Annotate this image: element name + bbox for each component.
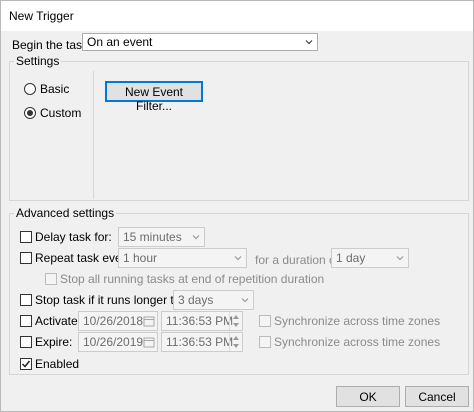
stop-if-longer-select[interactable]: 3 days — [173, 290, 254, 310]
activate-time-field[interactable]: 11:36:53 PM — [161, 311, 243, 331]
ok-button[interactable]: OK — [336, 386, 400, 407]
cancel-button[interactable]: Cancel — [405, 386, 469, 407]
expire-time-field[interactable]: 11:36:53 PM — [161, 332, 243, 352]
checkmark-icon — [21, 360, 31, 368]
settings-group-title: Settings — [14, 54, 62, 68]
settings-divider — [93, 71, 94, 199]
stop-if-longer-checkbox[interactable] — [20, 294, 32, 306]
new-event-filter-button[interactable]: New Event Filter... — [105, 81, 203, 113]
basic-radio-label: Basic — [40, 82, 70, 96]
chevron-down-icon — [305, 40, 313, 45]
activate-sync-label: Synchronize across time zones — [274, 314, 441, 328]
activate-date-picker[interactable]: 10/26/2018 — [78, 311, 158, 331]
delay-checkbox[interactable] — [20, 231, 32, 243]
spin-down-icon — [233, 323, 239, 327]
activate-sync-checkbox[interactable] — [259, 315, 271, 327]
begin-task-select[interactable]: On an event — [82, 33, 318, 51]
spin-down-icon — [233, 344, 239, 348]
expire-time-value: 11:36:53 PM — [166, 335, 234, 349]
chevron-down-icon — [396, 256, 404, 261]
enabled-label: Enabled — [35, 357, 80, 371]
duration-label: for a duration of: — [255, 253, 343, 267]
chevron-down-icon — [241, 298, 249, 303]
title-bar: New Trigger — [1, 1, 473, 31]
window-title: New Trigger — [9, 9, 74, 23]
ok-label: OK — [359, 390, 377, 404]
custom-radio-label: Custom — [40, 106, 82, 120]
new-trigger-dialog: New Trigger Begin the task: On an event … — [0, 0, 474, 412]
duration-select[interactable]: 1 day — [331, 248, 409, 268]
calendar-icon — [143, 316, 155, 327]
stop-if-longer-value: 3 days — [178, 293, 214, 307]
advanced-settings-title: Advanced settings — [14, 206, 117, 220]
enabled-checkbox[interactable] — [20, 358, 32, 370]
expire-sync-label: Synchronize across time zones — [274, 335, 441, 349]
calendar-icon — [143, 337, 155, 348]
activate-checkbox[interactable] — [20, 315, 32, 327]
repeat-interval-value: 1 hour — [123, 251, 158, 265]
activate-time-spinner[interactable] — [229, 312, 242, 330]
stop-all-running-checkbox[interactable] — [45, 273, 57, 285]
delay-label: Delay task for: — [35, 230, 112, 244]
begin-task-label: Begin the task: — [12, 38, 92, 52]
expire-sync-checkbox[interactable] — [259, 336, 271, 348]
begin-task-value: On an event — [87, 35, 153, 49]
expire-time-spinner[interactable] — [229, 333, 242, 351]
settings-group — [9, 61, 469, 201]
cancel-label: Cancel — [418, 390, 456, 404]
duration-value: 1 day — [336, 251, 366, 265]
activate-time-value: 11:36:53 PM — [166, 314, 234, 328]
chevron-down-icon — [234, 256, 242, 261]
delay-value: 15 minutes — [123, 230, 182, 244]
basic-radio[interactable] — [24, 83, 36, 95]
repeat-checkbox[interactable] — [20, 252, 32, 264]
spin-up-icon — [233, 315, 239, 319]
expire-date-value: 10/26/2019 — [83, 335, 144, 349]
activate-date-value: 10/26/2018 — [83, 314, 144, 328]
expire-checkbox[interactable] — [20, 336, 32, 348]
delay-select[interactable]: 15 minutes — [118, 227, 205, 247]
stop-all-running-label: Stop all running tasks at end of repetit… — [60, 272, 325, 286]
chevron-down-icon — [192, 235, 200, 240]
radio-selected-dot — [27, 110, 33, 116]
expire-label: Expire: — [35, 335, 73, 349]
repeat-interval-select[interactable]: 1 hour — [118, 248, 247, 268]
expire-date-picker[interactable]: 10/26/2019 — [78, 332, 158, 352]
custom-radio[interactable] — [24, 107, 36, 119]
activate-label: Activate: — [35, 314, 82, 328]
spin-up-icon — [233, 336, 239, 340]
